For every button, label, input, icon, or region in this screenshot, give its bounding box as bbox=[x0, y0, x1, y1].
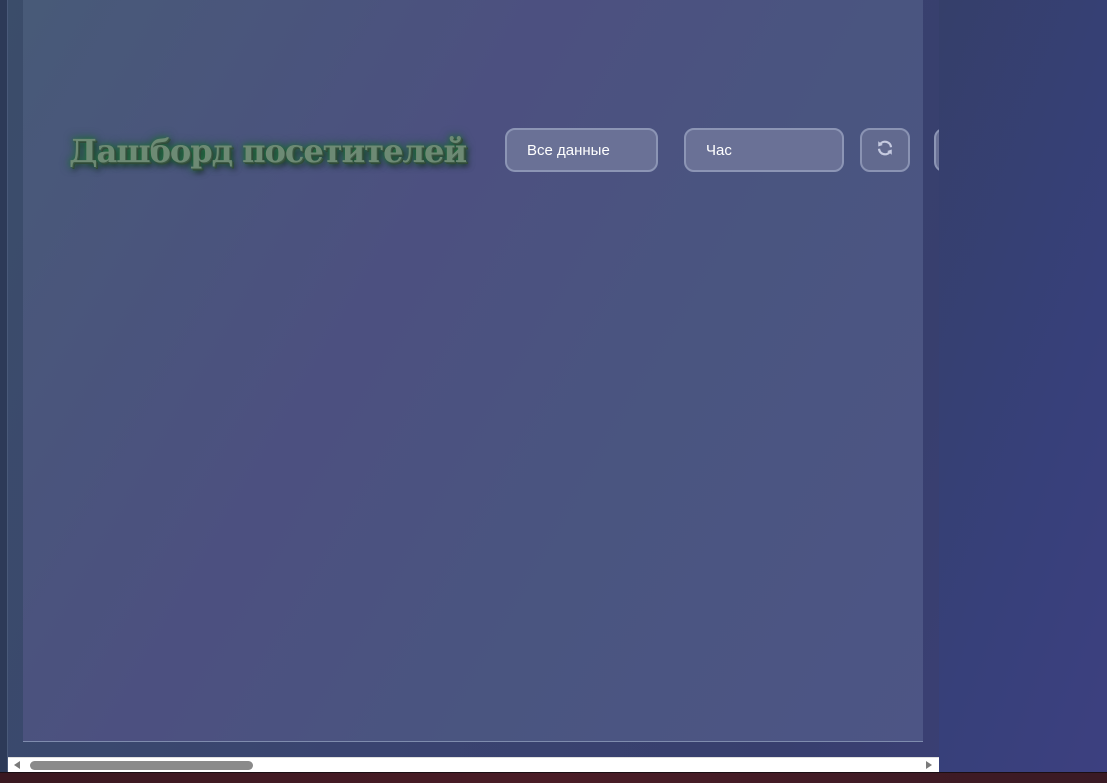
data-filter-select[interactable]: Все данные bbox=[505, 128, 658, 172]
period-filter-select[interactable]: Час bbox=[684, 128, 844, 172]
taskbar-strip bbox=[0, 772, 1107, 783]
page-title: Дашборд посетителей bbox=[69, 132, 467, 170]
refresh-button[interactable] bbox=[860, 128, 910, 172]
scroll-right-icon[interactable] bbox=[926, 761, 932, 769]
horizontal-scrollbar[interactable] bbox=[8, 757, 939, 773]
scrollbar-thumb[interactable] bbox=[30, 761, 253, 770]
scroll-left-icon[interactable] bbox=[14, 761, 20, 769]
period-filter-value: Час bbox=[706, 141, 732, 159]
dashboard-viewport: Дашборд посетителей Все данные Час bbox=[8, 0, 939, 757]
window-left-edge bbox=[0, 0, 8, 772]
refresh-icon bbox=[876, 139, 894, 161]
dashboard-panel: Дашборд посетителей Все данные Час bbox=[23, 0, 939, 742]
page-background-right bbox=[939, 0, 1107, 783]
data-filter-value: Все данные bbox=[527, 141, 610, 159]
